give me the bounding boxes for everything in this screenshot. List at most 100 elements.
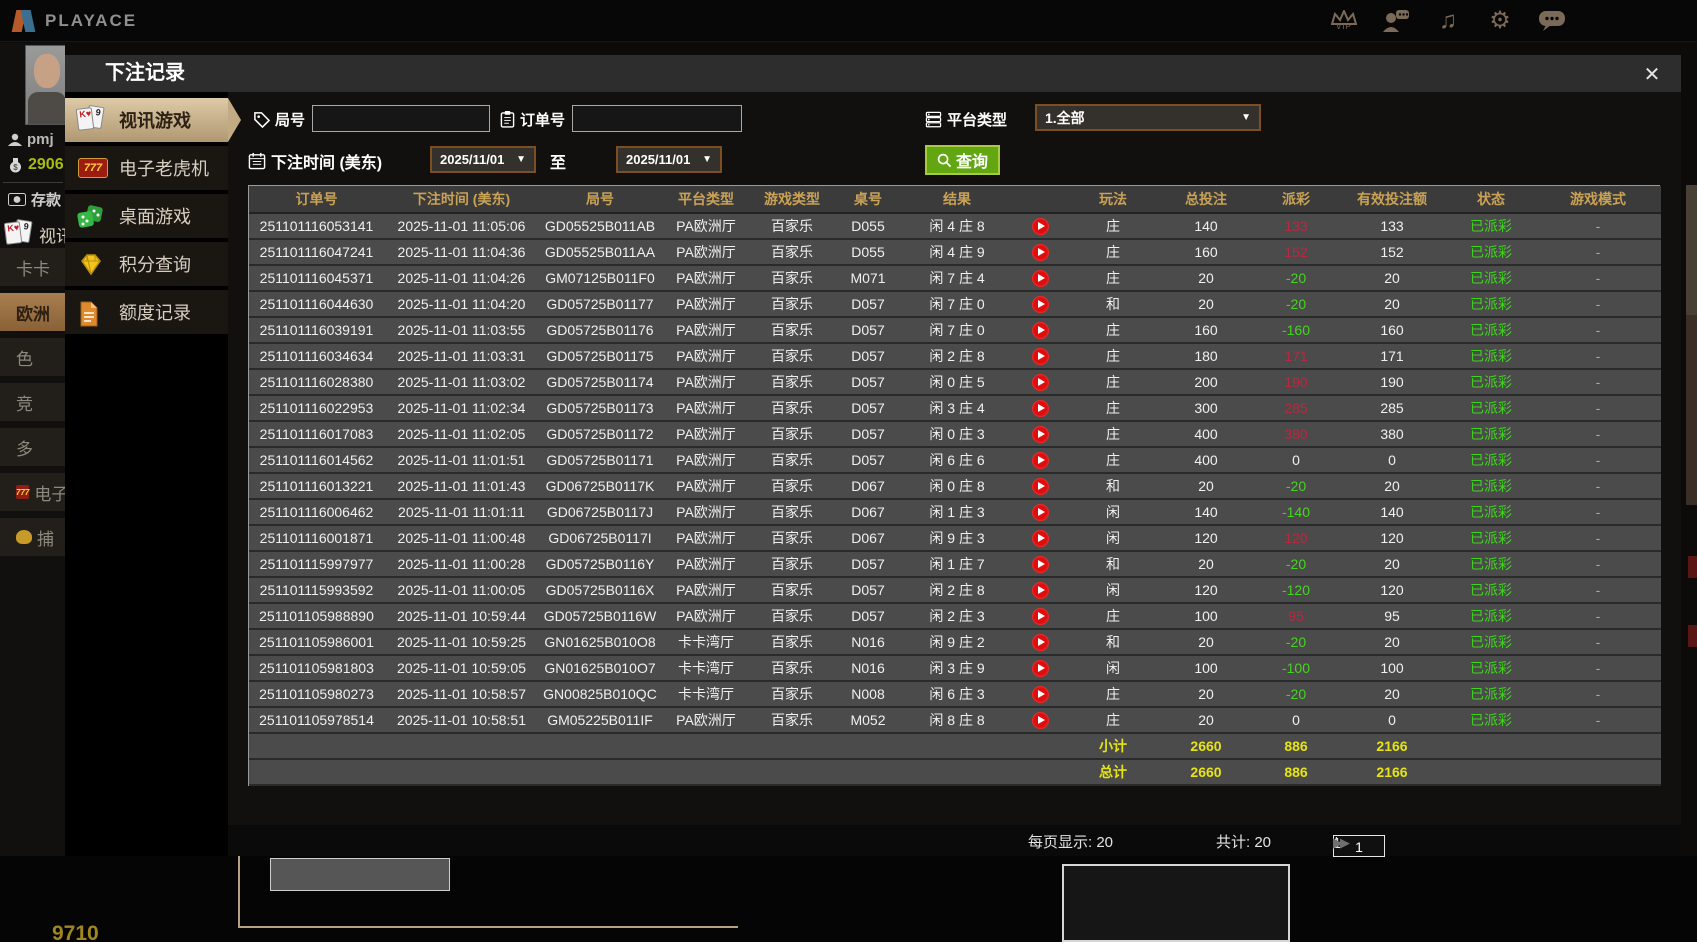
replay-play-icon[interactable] <box>1031 425 1049 443</box>
table-row: 251101115993592 2025-11-01 11:00:05 GD05… <box>249 577 1661 604</box>
deposit-button[interactable]: 存款 <box>8 189 61 210</box>
lobby-menu-item[interactable]: 捕 <box>0 518 65 556</box>
cell-replay <box>1011 473 1069 500</box>
date-to-select[interactable]: 2025/11/01 ▼ <box>616 146 722 173</box>
tab-video-games[interactable]: 9 K♥ 视讯游戏 <box>65 98 228 142</box>
calendar-icon <box>248 152 266 170</box>
cell-bet-time: 2025-11-01 11:00:28 <box>384 551 539 578</box>
cell-platform: PA欧洲厅 <box>661 343 751 370</box>
avatar[interactable] <box>25 45 65 125</box>
cell-table-no: D057 <box>833 421 903 448</box>
cell-payout: 152 <box>1255 239 1337 266</box>
cell-result: 闲 0 庄 8 <box>903 473 1011 500</box>
cell-order-id: 251101115993592 <box>249 577 384 604</box>
replay-play-icon[interactable] <box>1031 529 1049 547</box>
replay-play-icon[interactable] <box>1031 685 1049 703</box>
replay-play-icon[interactable] <box>1031 243 1049 261</box>
cell-total-bet: 20 <box>1157 291 1255 318</box>
cell-total-bet: 100 <box>1157 655 1255 682</box>
cell-platform: PA欧洲厅 <box>661 213 751 240</box>
cell-status: 已派彩 <box>1447 603 1535 630</box>
tab-points-query[interactable]: 积分查询 <box>65 242 228 286</box>
table-row: 251101116045371 2025-11-01 11:04:26 GM07… <box>249 265 1661 292</box>
total-count-label: 共计: 20 <box>1216 834 1272 851</box>
tab-table-games[interactable]: 桌面游戏 <box>65 194 228 238</box>
cell-order-id: 251101116017083 <box>249 421 384 448</box>
server-list-icon <box>925 111 942 127</box>
replay-play-icon[interactable] <box>1031 217 1049 235</box>
column-header: 订单号 <box>249 186 384 214</box>
cell-status: 已派彩 <box>1447 551 1535 578</box>
table-row: 251101105986001 2025-11-01 10:59:25 GN01… <box>249 629 1661 656</box>
replay-play-icon[interactable] <box>1031 711 1049 729</box>
replay-play-icon[interactable] <box>1031 633 1049 651</box>
replay-play-icon[interactable] <box>1031 477 1049 495</box>
cell-game-type: 百家乐 <box>751 629 833 656</box>
cell-valid-bet: 20 <box>1337 473 1447 500</box>
replay-play-icon[interactable] <box>1031 269 1049 287</box>
lobby-menu-item[interactable]: 竞 <box>0 383 65 421</box>
cell-round-id: GD05725B01171 <box>539 447 661 474</box>
replay-play-icon[interactable] <box>1031 451 1049 469</box>
lobby-menu-item[interactable]: 欧洲 <box>0 293 65 331</box>
bet-records-modal: 下注记录 ✕ 9 K♥ 视讯游戏 777 电子老虎机 桌面游戏 积分查询 额度记… <box>65 55 1681 857</box>
cell-result: 闲 4 庄 8 <box>903 213 1011 240</box>
cell-platform: PA欧洲厅 <box>661 551 751 578</box>
cell-payout: 285 <box>1255 395 1337 422</box>
cell-total-bet: 140 <box>1157 213 1255 240</box>
replay-play-icon[interactable] <box>1031 321 1049 339</box>
music-icon[interactable]: ♫ <box>1433 6 1463 36</box>
close-icon[interactable]: ✕ <box>1639 61 1665 87</box>
replay-play-icon[interactable] <box>1031 581 1049 599</box>
cell-game-type: 百家乐 <box>751 681 833 708</box>
cell-valid-bet: 285 <box>1337 395 1447 422</box>
cell-table-no: D057 <box>833 577 903 604</box>
cell-payout: 0 <box>1255 447 1337 474</box>
cell-order-id: 251101115997977 <box>249 551 384 578</box>
replay-play-icon[interactable] <box>1031 399 1049 417</box>
deposit-icon <box>8 193 26 206</box>
cell-game-mode: - <box>1535 473 1661 500</box>
app-window: PLAYACE VIP ♫ ⚙ pmj $ 2906 存款 9 K♥ 视讯 卡卡… <box>0 0 1697 942</box>
query-button[interactable]: 查询 <box>925 145 1001 175</box>
settings-gear-icon[interactable]: ⚙ <box>1485 6 1515 36</box>
order-id-input[interactable] <box>572 105 742 132</box>
lobby-menu-item[interactable]: 多 <box>0 428 65 466</box>
tab-quota-records[interactable]: 额度记录 <box>65 290 228 334</box>
cell-table-no: D057 <box>833 291 903 318</box>
cell-bet-time: 2025-11-01 10:59:44 <box>384 603 539 630</box>
tab-slot-machines[interactable]: 777 电子老虎机 <box>65 146 228 190</box>
vip-crown-icon[interactable]: VIP <box>1329 6 1359 36</box>
cell-table-no: D067 <box>833 473 903 500</box>
replay-play-icon[interactable] <box>1031 295 1049 313</box>
cell-game-mode: - <box>1535 369 1661 396</box>
replay-play-icon[interactable] <box>1031 607 1049 625</box>
cell-payout: 95 <box>1255 603 1337 630</box>
round-id-input[interactable] <box>312 105 490 132</box>
cell-bet-time: 2025-11-01 11:03:02 <box>384 369 539 396</box>
last-page-icon[interactable]: ▶▶ <box>1333 835 1350 851</box>
date-from-select[interactable]: 2025/11/01 ▼ <box>430 146 536 173</box>
cell-bet-type: 庄 <box>1069 265 1157 292</box>
user-icon <box>8 133 22 146</box>
replay-play-icon[interactable] <box>1031 373 1049 391</box>
brand-logo[interactable]: PLAYACE <box>11 8 137 34</box>
platform-type-select[interactable]: 1.全部 ▼ <box>1035 104 1261 131</box>
replay-play-icon[interactable] <box>1031 503 1049 521</box>
cell-payout: -160 <box>1255 317 1337 344</box>
replay-play-icon[interactable] <box>1031 347 1049 365</box>
lobby-menu-item[interactable]: 777 电子 <box>0 473 65 511</box>
cell-bet-type: 和 <box>1069 551 1157 578</box>
cell-bet-type: 闲 <box>1069 499 1157 526</box>
username: pmj <box>8 131 54 148</box>
support-agent-icon[interactable] <box>1381 6 1411 36</box>
lobby-menu-item[interactable]: 色 <box>0 338 65 376</box>
chat-messages-icon[interactable] <box>1537 6 1567 36</box>
cell-total-bet: 300 <box>1157 395 1255 422</box>
lobby-video-games[interactable]: 9K♥ 视讯游戏 <box>3 218 65 249</box>
lobby-menu-item[interactable]: 卡卡 <box>0 248 65 286</box>
replay-play-icon[interactable] <box>1031 555 1049 573</box>
replay-play-icon[interactable] <box>1031 659 1049 677</box>
dice-icon <box>76 201 110 231</box>
cell-status: 已派彩 <box>1447 213 1535 240</box>
